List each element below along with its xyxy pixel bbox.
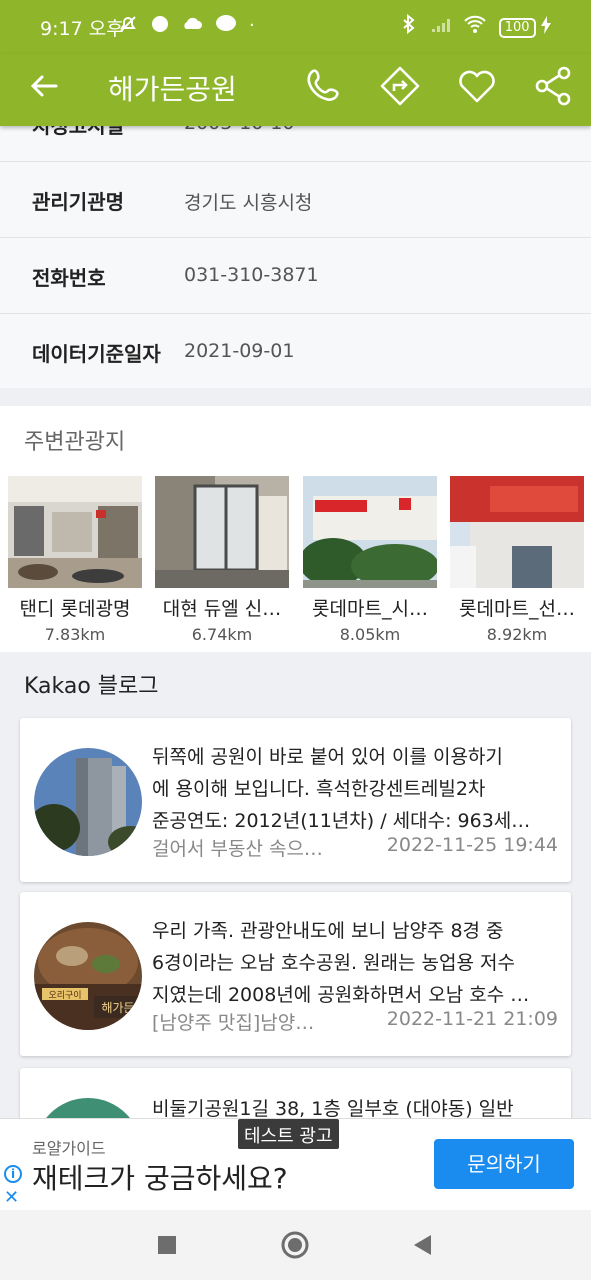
recents-icon[interactable]: [152, 1230, 182, 1260]
home-icon[interactable]: [280, 1230, 310, 1260]
ad-advertiser: 로얄가이드: [32, 1139, 106, 1158]
park-info-panel: 지정고시일 2003-10-10 관리기관명 경기도 시흥시청 전화번호 031…: [0, 126, 591, 388]
blog-meta: 걸어서 부동산 속으… 2022-11-25 19:44: [152, 834, 558, 866]
blog-snippet-line: 비둘기공원1길 38, 1층 일부호 (대야동) 일반: [152, 1098, 514, 1120]
blog-snippet-line: 뒤쪽에 공원이 바로 붙어 있어 이를 이용하기: [152, 746, 503, 768]
attraction-distance: 8.05km: [339, 625, 401, 644]
blog-snippet-line: 준공연도: 2012년(11년차) / 세대수: 963세…: [152, 810, 531, 832]
attraction-distance: 7.83km: [44, 625, 106, 644]
attraction-photo: [155, 476, 289, 588]
blog-source: [남양주 맛집]남양…: [152, 1012, 315, 1034]
info-label: 관리기관명: [32, 190, 124, 214]
blog-date: 2022-11-21 21:09: [386, 1008, 558, 1030]
share-icon[interactable]: [531, 64, 575, 108]
blog-thumbnail: 해가든 오리구이: [34, 922, 142, 1030]
ad-label: 테스트 광고: [238, 1119, 339, 1149]
mute-icon: [120, 16, 136, 32]
status-time: 9:17 오후: [40, 18, 124, 40]
system-nav-bar: [0, 1210, 591, 1280]
blog-date: 2022-11-25 19:44: [386, 834, 558, 856]
nearby-card[interactable]: 탠디 롯데광명 7.83km: [8, 476, 142, 644]
wifi-icon: [464, 15, 487, 33]
attraction-name: 대현 듀엘 신…: [162, 598, 282, 620]
notification-icons: ·: [118, 14, 261, 36]
info-value: 2003-10-10: [184, 126, 294, 134]
attraction-name: 탠디 롯데광명: [19, 598, 131, 620]
ad-inquiry-button[interactable]: 문의하기: [434, 1139, 574, 1189]
page-title: 해가든공원: [108, 73, 237, 106]
info-row: 지정고시일 2003-10-10: [0, 126, 591, 162]
thumbnail-sign-text: 오리구이: [48, 990, 81, 1001]
section-title: 주변관광지: [24, 430, 126, 455]
thumbnail-sign-text: 해가든: [101, 1001, 134, 1015]
back-nav-icon[interactable]: [408, 1230, 438, 1260]
charging-icon: [541, 16, 551, 34]
blog-post-card[interactable]: 해가든 오리구이 우리 가족. 관광안내도에 보니 남양주 8경 중 6경이라는…: [20, 892, 571, 1056]
info-label: 지정고시일: [32, 126, 124, 138]
attraction-distance: 6.74km: [191, 625, 253, 644]
attraction-photo: [450, 476, 584, 588]
battery-icon: 100: [498, 18, 536, 38]
phone-icon[interactable]: [302, 64, 346, 108]
attraction-name: 롯데마트_시…: [312, 598, 428, 620]
talk-icon: [216, 15, 237, 31]
attraction-distance: 8.92km: [486, 625, 548, 644]
info-row: 전화번호 031-310-3871: [0, 238, 591, 314]
nearby-card[interactable]: 롯데마트_시… 8.05km: [303, 476, 437, 644]
attraction-photo: [8, 476, 142, 588]
info-value: 2021-09-01: [184, 340, 295, 362]
blog-snippet-line: 6경이라는 오남 호수공원. 원래는 농업용 저수: [152, 952, 515, 974]
attraction-photo: [303, 476, 437, 588]
ad-banner[interactable]: 테스트 광고 로얄가이드 재테크가 궁금하세요? 문의하기 i ✕: [0, 1118, 591, 1210]
system-icons: 100: [401, 13, 551, 38]
blog-snippet-line: 우리 가족. 관광안내도에 보니 남양주 8경 중: [152, 920, 504, 942]
info-row: 관리기관명 경기도 시흥시청: [0, 162, 591, 238]
phone-number-link[interactable]: 031-310-3871: [184, 264, 319, 286]
dot-icon: ·: [248, 15, 261, 36]
info-label: 데이터기준일자: [32, 342, 161, 366]
blog-section-title: Kakao 블로그: [24, 674, 159, 699]
app-bar: 해가든공원: [0, 54, 591, 126]
info-value: 경기도 시흥시청: [184, 192, 313, 214]
blog-thumbnail: [34, 748, 142, 856]
info-label: 전화번호: [32, 266, 106, 290]
back-arrow-icon[interactable]: [24, 66, 64, 106]
heart-icon[interactable]: [455, 64, 499, 108]
blog-post-card[interactable]: 뒤쪽에 공원이 바로 붙어 있어 이를 이용하기 에 용이해 보입니다. 흑석한…: [20, 718, 571, 882]
attraction-name: 롯데마트_선…: [459, 598, 575, 620]
blog-meta: [남양주 맛집]남양… 2022-11-21 21:09: [152, 1008, 558, 1040]
ad-close-icon[interactable]: ✕: [4, 1187, 19, 1208]
blog-source: 걸어서 부동산 속으…: [152, 838, 323, 860]
nearby-card[interactable]: 대현 듀엘 신… 6.74km: [155, 476, 289, 644]
bluetooth-icon: [402, 13, 415, 35]
status-bar: 9:17 오후 · 100: [0, 0, 591, 54]
ad-info-icon[interactable]: i: [4, 1165, 22, 1183]
nearby-card[interactable]: 롯데마트_선… 8.92km: [450, 476, 584, 644]
nearby-attractions-section: 주변관광지 탠디 롯데광명 7.83km 대현 듀엘 신… 6.74km 롯데마…: [0, 406, 591, 652]
signal-icon: [431, 19, 450, 32]
cloud-icon: [184, 17, 203, 29]
directions-icon[interactable]: [378, 64, 422, 108]
ad-headline: 재테크가 궁금하세요?: [32, 1162, 288, 1195]
info-row: 데이터기준일자 2021-09-01: [0, 314, 591, 388]
blog-snippet-line: 지였는데 2008년에 공원화하면서 오남 호수 …: [152, 984, 530, 1006]
blog-snippet-line: 에 용이해 보입니다. 흑석한강센트레빌2차: [152, 778, 486, 800]
app-icon: [151, 16, 168, 32]
